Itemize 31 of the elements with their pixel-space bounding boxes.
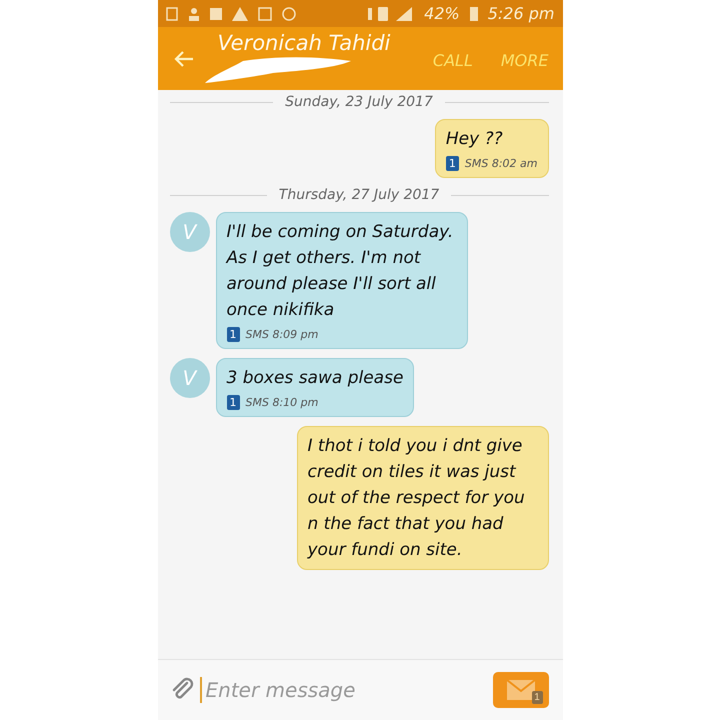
envelope-icon	[506, 680, 534, 700]
date-separator: Thursday, 27 July 2017	[278, 187, 440, 203]
person-icon	[188, 6, 200, 20]
back-arrow-icon[interactable]	[174, 50, 194, 68]
clock: 5:26 pm	[488, 4, 554, 23]
message-text: I thot i told you i dnt give credit on tiles it was just out of the respect for you n the fact that you had your fundi on site.	[308, 435, 526, 562]
sim-badge: 1	[226, 395, 240, 410]
sim-badge: 1	[446, 156, 459, 171]
contact-avatar: V	[170, 358, 210, 398]
sim-badge: 1	[226, 327, 240, 342]
date-separator: Sunday, 23 July 2017	[285, 94, 433, 110]
message-text: Hey ??	[446, 128, 504, 151]
screenshot-icon	[166, 6, 178, 20]
warning-icon	[232, 6, 248, 20]
battery-percentage: 42%	[424, 4, 460, 23]
header-action[interactable]: CALL	[432, 51, 473, 70]
battery-icon	[470, 6, 478, 21]
signal-icon	[368, 6, 414, 22]
square-app-icon	[210, 8, 222, 20]
message-text: 3 boxes sawa please	[226, 367, 404, 390]
send-button[interactable]: 1	[492, 672, 548, 708]
sim-badge: 1	[532, 691, 542, 704]
header-action[interactable]: MORE	[500, 51, 548, 70]
image-icon	[258, 6, 272, 20]
message-input[interactable]: Enter message	[200, 677, 488, 703]
message-time: SMS 8:10 pm	[246, 396, 318, 409]
contact-avatar: V	[170, 212, 210, 252]
message-time: SMS 8:02 am	[464, 157, 538, 170]
contact-name: Veronicah Tahidi	[218, 31, 390, 55]
message-time: SMS 8:09 pm	[246, 328, 318, 341]
message-text: I'll be coming on Saturday. As I get others. I'm not around please I'll sort all once nikifika	[226, 221, 454, 322]
